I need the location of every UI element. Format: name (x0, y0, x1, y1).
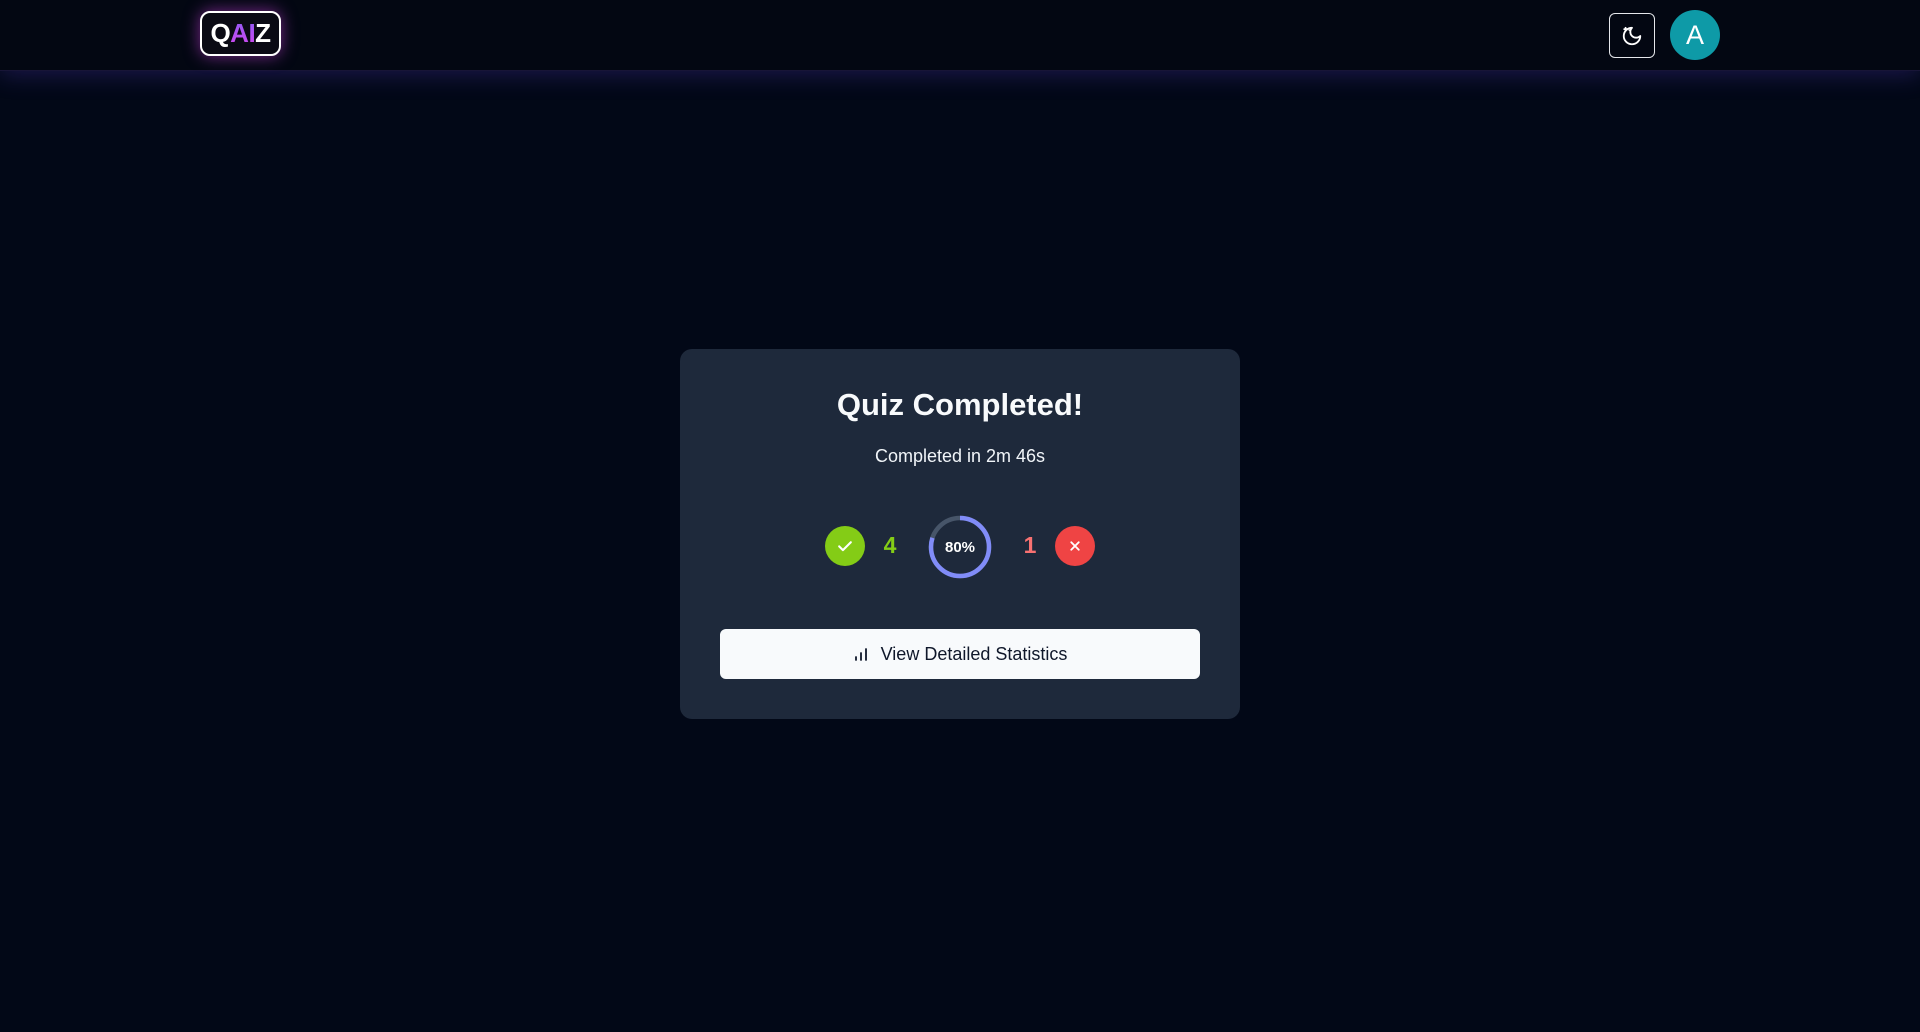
quiz-result-card: Quiz Completed! Completed in 2m 46s 4 80… (680, 349, 1240, 719)
close-icon (1070, 541, 1080, 551)
logo-letters-ai: AI (230, 18, 256, 48)
top-navigation-bar: Q AI Z A (0, 0, 1920, 71)
theme-toggle-button[interactable] (1609, 13, 1655, 58)
wrong-count: 1 (1023, 532, 1037, 558)
correct-count: 4 (883, 532, 897, 558)
check-icon (838, 541, 852, 552)
result-title: Quiz Completed! (836, 387, 1084, 422)
user-avatar[interactable]: A (1670, 10, 1720, 60)
qaiz-logo[interactable]: Q AI Z (200, 11, 281, 56)
completion-time: Completed in 2m 46s (874, 446, 1046, 466)
logo-letter-z: Z (255, 18, 271, 48)
view-statistics-label: View Detailed Statistics (880, 643, 1068, 664)
bar-chart-icon (853, 646, 869, 662)
correct-badge (825, 526, 865, 566)
score-percentage: 80% (944, 538, 976, 556)
score-summary: 4 80% 1 (680, 513, 1240, 579)
wrong-badge (1055, 526, 1095, 566)
view-statistics-button[interactable]: View Detailed Statistics (720, 629, 1200, 679)
logo-letter-q: Q (210, 18, 231, 48)
moon-icon (1622, 26, 1642, 45)
